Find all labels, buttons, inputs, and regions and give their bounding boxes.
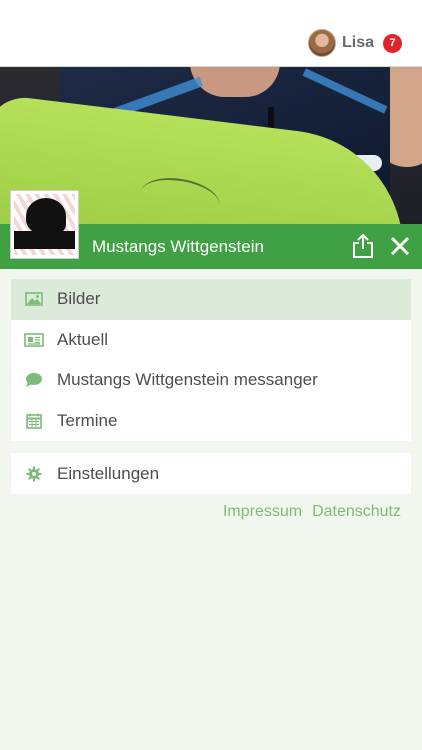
gear-icon (23, 464, 45, 484)
menu-item-bilder[interactable]: Bilder (11, 279, 411, 320)
horse-head-icon (26, 198, 66, 234)
menu-item-label: Bilder (57, 289, 101, 309)
mustang-logo-image (14, 194, 75, 255)
menu-item-label: Mustangs Wittgenstein messanger (57, 370, 318, 390)
user-name[interactable]: Lisa (342, 34, 374, 52)
top-bar: Lisa 7 (0, 0, 422, 67)
notification-badge[interactable]: 7 (383, 33, 402, 53)
user-menu[interactable]: Lisa 7 (307, 28, 402, 58)
club-logo (10, 190, 79, 259)
image-icon (23, 289, 45, 309)
menu-item-einstellungen[interactable]: Einstellungen (11, 453, 411, 494)
close-icon (390, 236, 410, 256)
menu-item-messenger[interactable]: Mustangs Wittgenstein messanger (11, 360, 411, 401)
logo-banner (14, 231, 75, 249)
main-menu: Bilder Aktuell Mustangs Wittgenstein mes… (11, 279, 411, 441)
impressum-link[interactable]: Impressum (223, 503, 302, 521)
chat-bubble-icon (23, 370, 45, 390)
calendar-icon (23, 411, 45, 431)
menu-item-label: Termine (57, 410, 118, 430)
share-icon (353, 233, 373, 258)
datenschutz-link[interactable]: Datenschutz (312, 503, 401, 521)
user-avatar[interactable] (307, 29, 336, 57)
newspaper-icon (23, 330, 45, 350)
club-title: Mustangs Wittgenstein (92, 236, 264, 256)
settings-label: Einstellungen (57, 463, 160, 483)
menu-item-aktuell[interactable]: Aktuell (11, 320, 411, 361)
footer-links: Impressum Datenschutz (223, 503, 401, 521)
share-button[interactable] (348, 230, 378, 262)
menu-item-termine[interactable]: Termine (11, 401, 411, 442)
menu-item-label: Aktuell (57, 329, 109, 349)
close-button[interactable] (385, 231, 415, 261)
